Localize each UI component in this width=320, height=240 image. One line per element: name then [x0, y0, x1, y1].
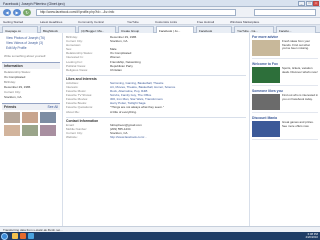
left-sidebar: View Photos of Joseph (76) View Videos o… [2, 35, 60, 136]
field-value: Christian [110, 67, 122, 72]
ad-image[interactable] [252, 40, 280, 56]
firefox-icon[interactable] [20, 233, 26, 239]
view-videos-link[interactable]: View Videos of Joseph (3) [6, 41, 60, 45]
ad-image[interactable] [252, 121, 280, 137]
bookmark-item[interactable]: Customize Links [155, 20, 177, 24]
friends-heading: Friends See All [2, 103, 60, 110]
field-label: About Me: [66, 109, 80, 114]
ad-item[interactable]: Discount Mania Great games and prizes. S… [252, 116, 318, 140]
address-bar[interactable]: http://www.facebook.com/#!/profile.php?i… [36, 9, 236, 16]
field-value: Stockton, CA [110, 39, 128, 44]
tab-blogger[interactable]: (4) Blogger: Ma... [78, 26, 116, 33]
info-key: Current City: [4, 90, 21, 94]
forward-button[interactable]: ▶ [13, 9, 21, 16]
ad-item[interactable]: Welcome to Fox Sports, tickets, vacation… [252, 62, 318, 86]
ad-image[interactable] [252, 94, 280, 110]
field-value: A little of everything. [110, 109, 137, 114]
bookmarks-bar: Getting Started Latest Headlines Communi… [0, 18, 320, 25]
friend-photo[interactable] [22, 125, 38, 136]
friend-photo[interactable] [22, 112, 38, 123]
bookmark-item[interactable]: Free Hotmail [197, 20, 214, 24]
info-key: Birthday: [4, 80, 16, 84]
right-sidebar-ads: For more advice Fresh ideas from your fr… [252, 35, 318, 143]
tab-usepage[interactable]: Usepage.co [2, 26, 38, 33]
reload-button[interactable]: ↻ [23, 9, 31, 16]
profile-info: Birthday: December 29, 1986 Current City:… [62, 33, 250, 226]
info-key: Relationship Status: [4, 70, 31, 74]
see-all-friends-link[interactable]: See All [47, 105, 58, 109]
search-box[interactable] [254, 9, 316, 16]
clock-date: 4/20/2010 [305, 234, 318, 239]
bookmark-item[interactable]: Getting Started [3, 20, 23, 24]
start-button[interactable] [1, 232, 8, 240]
page-content: View Photos of Joseph (76) View Videos o… [0, 33, 320, 226]
view-photos-link[interactable]: View Photos of Joseph (76) [6, 36, 60, 40]
info-value: Stockton, CA [4, 95, 22, 99]
field-value[interactable]: http://www.facebook.com/... [110, 135, 147, 139]
tab-create-group[interactable]: Create Group [118, 26, 154, 33]
likes-row: About Me: A little of everything. [66, 110, 246, 114]
information-heading: Information [2, 62, 60, 69]
write-about-prompt[interactable]: Write something about yourself. [4, 54, 60, 58]
tab-blogshock[interactable]: BlogSHock [40, 26, 76, 33]
info-value: December 29, 1986 [4, 85, 31, 89]
tab-youtube[interactable]: YouTube - Ca... [234, 26, 274, 33]
field-label: Religious Views: [66, 67, 88, 72]
info-row: Religious Views: Christian [66, 68, 246, 72]
back-button[interactable]: ◀ [3, 9, 11, 16]
friends-grid [2, 112, 60, 136]
tab-facebook-2[interactable]: Facebo... [276, 26, 316, 33]
window-title: Facebook | Joseph Pilerrino (Ginet.ipro) [3, 1, 65, 6]
folder-icon[interactable] [12, 233, 18, 239]
friend-photo[interactable] [40, 125, 56, 136]
edit-profile-link[interactable]: Edit My Profile [6, 46, 60, 50]
window-titlebar: Facebook | Joseph Pilerrino (Ginet.ipro)… [0, 0, 320, 7]
ad-item[interactable]: Someone likes you Find out who is intere… [252, 89, 318, 113]
tab-facebook[interactable]: Facebook [196, 26, 232, 33]
tab-strip: Usepage.co BlogSHock (4) Blogger: Ma... … [0, 25, 320, 33]
info-value: It's Complicated [4, 75, 26, 79]
ad-image[interactable] [252, 67, 280, 83]
friend-photo[interactable] [40, 112, 56, 123]
windows-taskbar: 6:08 PM 4/20/2010 [0, 232, 320, 240]
close-button[interactable]: × [313, 1, 319, 6]
friends-title: Friends [4, 105, 17, 109]
bookmark-item[interactable]: Latest Headlines [40, 20, 62, 24]
maximize-button[interactable]: □ [306, 1, 313, 6]
bookmark-item[interactable]: Windows Marketplace [230, 20, 259, 24]
friend-photo[interactable] [4, 125, 20, 136]
tab-facebook-profile[interactable]: Facebook | Jo... [156, 26, 194, 33]
taskbar-clock[interactable]: 6:08 PM 4/20/2010 [305, 232, 318, 240]
minimize-button[interactable]: _ [298, 1, 305, 6]
ad-item[interactable]: For more advice Fresh ideas from your fr… [252, 35, 318, 59]
navigation-bar: ◀ ▶ ↻ http://www.facebook.com/#!/profile… [0, 7, 320, 18]
bookmark-item[interactable]: Community Central [78, 20, 104, 24]
field-label: Website: [66, 134, 78, 139]
contact-row: Website: http://www.facebook.com/... [66, 135, 246, 139]
bookmark-item[interactable]: YouTube [127, 20, 139, 24]
friend-photo[interactable] [4, 112, 20, 123]
messenger-icon[interactable] [28, 233, 34, 239]
